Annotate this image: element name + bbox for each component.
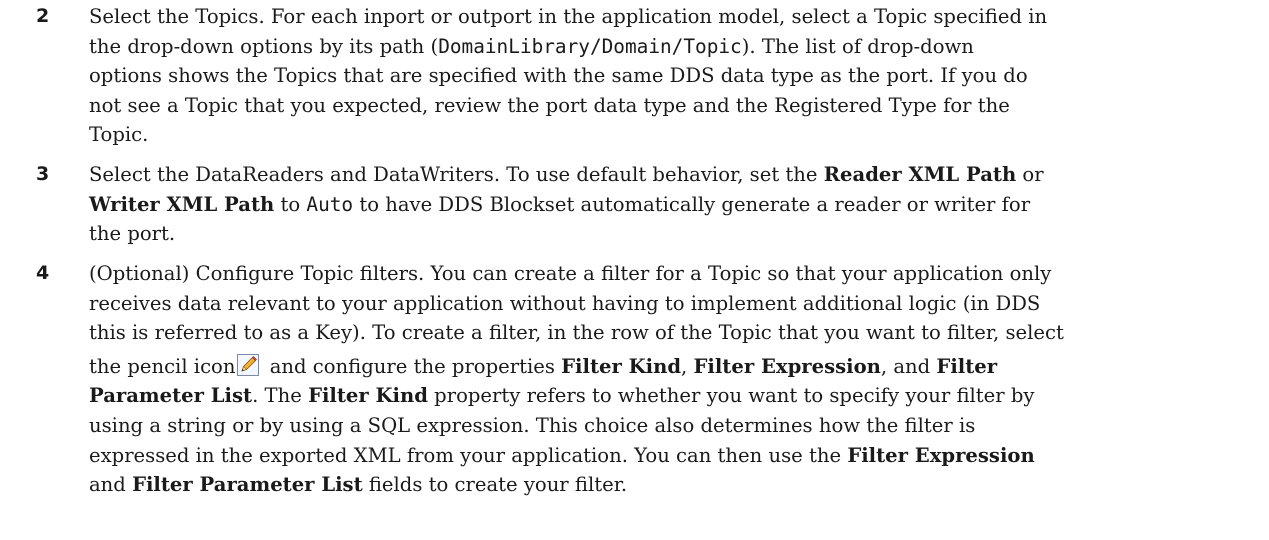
text-line: using a string or by using a SQL express… <box>89 411 1239 441</box>
text-line: Writer XML Path to Auto to have DDS Bloc… <box>89 190 1239 220</box>
property-name: Filter <box>936 354 998 378</box>
text-run: to <box>274 192 307 216</box>
document-page: 2 Select the Topics. For each inport or … <box>0 0 1269 540</box>
property-name: Filter Expression <box>847 443 1035 467</box>
property-name: Filter Expression <box>693 354 881 378</box>
text-run: property refers to whether you want to s… <box>427 384 1035 408</box>
text-run: the port. <box>89 222 176 246</box>
text-run: the pencil icon <box>89 354 236 378</box>
text-line: Select the Topics. For each inport or ou… <box>89 2 1239 32</box>
step-number: 4 <box>36 262 50 284</box>
step-text: (Optional) Configure Topic filters. You … <box>89 259 1239 500</box>
text-line: receives data relevant to your applicati… <box>89 289 1239 319</box>
step-number: 3 <box>36 163 50 185</box>
property-name: Parameter List <box>89 384 253 408</box>
text-line: Select the DataReaders and DataWriters. … <box>89 160 1239 190</box>
text-run: Select the DataReaders and DataWriters. … <box>89 163 824 186</box>
property-name: Filter Kind <box>561 354 682 378</box>
property-name: Reader XML Path <box>823 163 1017 186</box>
text-run: ). The list of drop-down <box>741 34 974 58</box>
text-line: the drop-down options by its path (Domai… <box>89 32 1239 62</box>
text-line: options shows the Topics that are specif… <box>89 61 1239 91</box>
text-run: not see a Topic that you expected, revie… <box>89 93 1010 117</box>
text-run: and <box>89 473 133 497</box>
text-run: options shows the Topics that are specif… <box>89 64 1028 88</box>
code-value: Auto <box>306 192 354 216</box>
text-line: not see a Topic that you expected, revie… <box>89 91 1239 121</box>
step-number: 2 <box>36 5 50 27</box>
step-text: Select the Topics. For each inport or ou… <box>89 2 1239 150</box>
step-2: 2 Select the Topics. For each inport or … <box>36 2 1239 150</box>
text-run: to have DDS Blockset automatically gener… <box>353 192 1031 216</box>
text-line: expressed in the exported XML from your … <box>89 441 1239 471</box>
text-line: this is referred to as a Key). To create… <box>89 318 1239 348</box>
pencil-icon <box>237 353 260 376</box>
text-run: Select the Topics. For each inport or ou… <box>89 5 1048 28</box>
property-name: Filter Kind <box>308 384 428 408</box>
property-name: Filter Parameter List <box>132 473 363 497</box>
text-run: . The <box>252 384 309 408</box>
text-run: expressed in the exported XML from your … <box>89 443 848 467</box>
text-run: fields to create your filter. <box>362 473 628 497</box>
text-run: Topic. <box>89 123 149 147</box>
text-run: the drop-down options by its path ( <box>89 34 439 58</box>
text-line: the port. <box>89 219 1239 249</box>
step-text: Select the DataReaders and DataWriters. … <box>89 160 1239 249</box>
text-run: and configure the properties <box>263 354 562 378</box>
text-line: (Optional) Configure Topic filters. You … <box>89 259 1239 289</box>
code-path: DomainLibrary/Domain/Topic <box>438 34 742 58</box>
text-run: receives data relevant to your applicati… <box>89 291 1041 315</box>
text-run: this is referred to as a Key). To create… <box>89 321 1064 345</box>
step-3: 3 Select the DataReaders and DataWriters… <box>36 160 1239 249</box>
text-line: the pencil icon and configure the proper… <box>89 352 1239 382</box>
text-line: Topic. <box>89 120 1239 150</box>
text-line: Parameter List. The Filter Kind property… <box>89 381 1239 411</box>
text-run: , <box>681 354 694 378</box>
property-name: Writer XML Path <box>89 192 275 216</box>
step-4: 4 (Optional) Configure Topic filters. Yo… <box>36 259 1239 500</box>
text-run: (Optional) Configure Topic filters. You … <box>89 262 1052 285</box>
text-run: using a string or by using a SQL express… <box>89 413 976 437</box>
text-run: , and <box>880 354 937 378</box>
text-run: or <box>1016 163 1044 186</box>
text-line: and Filter Parameter List fields to crea… <box>89 470 1239 500</box>
